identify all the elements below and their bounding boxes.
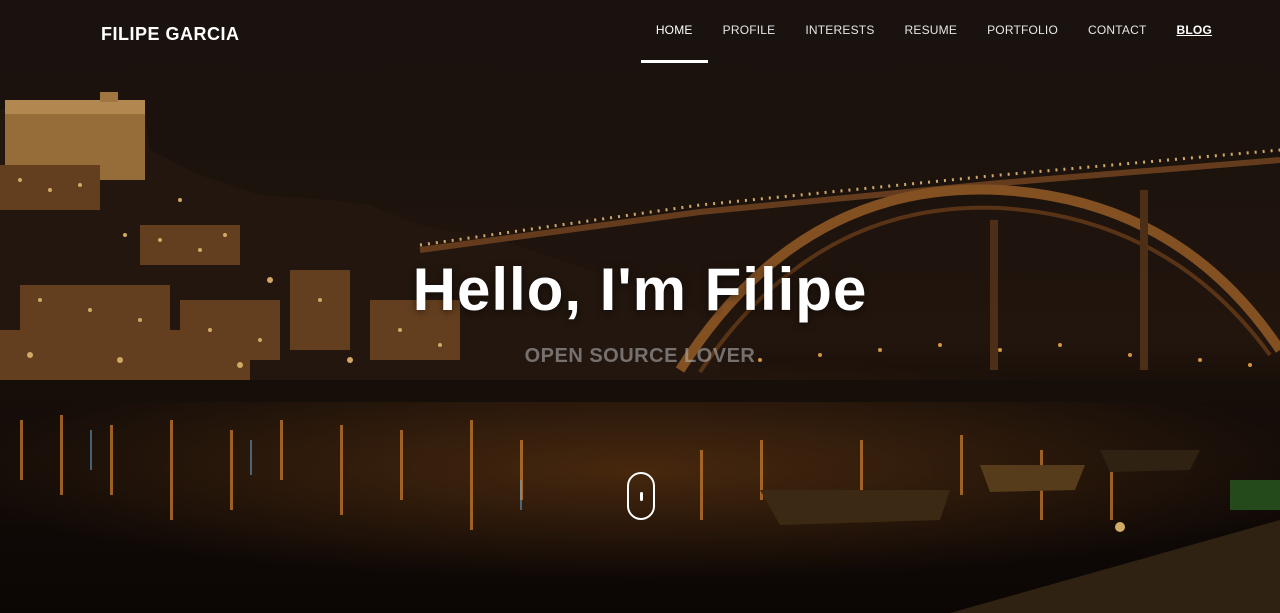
hero-subtitle: OPEN SOURCE LOVER [524, 345, 756, 367]
mouse-scroll-icon[interactable] [627, 472, 655, 520]
hero-section: FILIPE GARCIA HOME PROFILE INTERESTS RES… [0, 0, 1280, 613]
nav-item-resume[interactable]: RESUME [890, 0, 973, 63]
nav-item-profile[interactable]: PROFILE [708, 0, 791, 63]
nav-item-portfolio[interactable]: PORTFOLIO [972, 0, 1073, 63]
nav-item-contact[interactable]: CONTACT [1073, 0, 1162, 63]
nav-item-interests[interactable]: INTERESTS [790, 0, 889, 63]
brand-logo-link[interactable]: FILIPE GARCIA [101, 24, 240, 45]
main-nav: HOME PROFILE INTERESTS RESUME PORTFOLIO … [640, 0, 1227, 63]
nav-item-blog[interactable]: BLOG [1162, 0, 1227, 63]
nav-item-home[interactable]: HOME [640, 0, 708, 63]
scroll-wheel-indicator [640, 492, 643, 501]
hero-title: Hello, I'm Filipe [412, 256, 868, 323]
